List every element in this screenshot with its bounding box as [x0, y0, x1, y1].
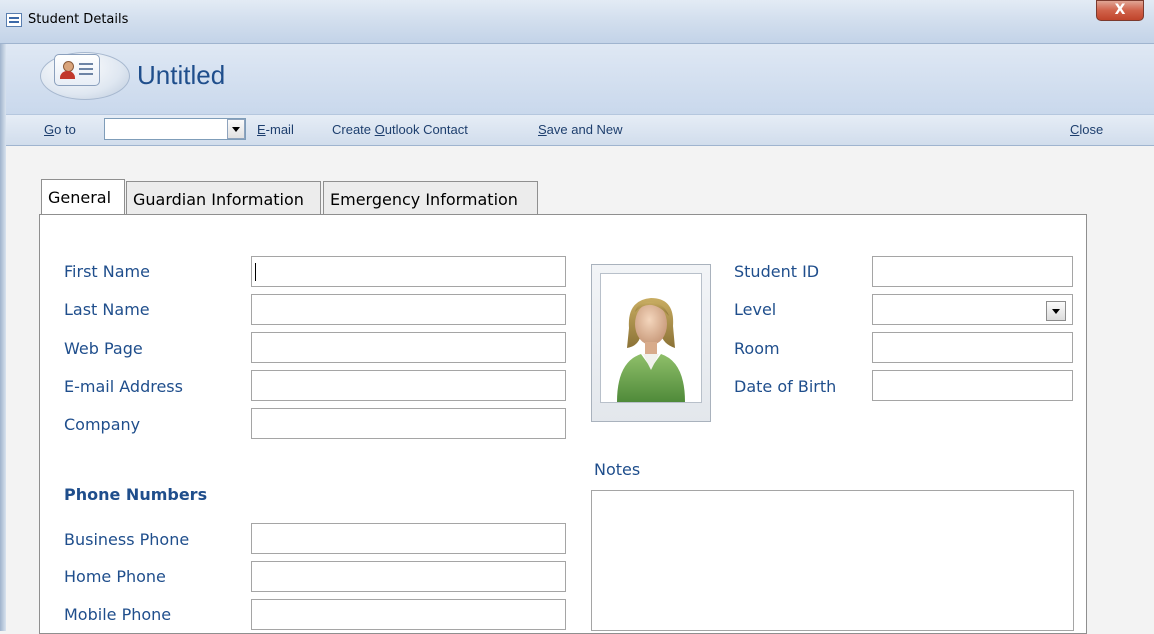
person-silhouette-icon: [617, 298, 685, 402]
contact-card-icon: [54, 54, 100, 86]
first-name-field[interactable]: [251, 256, 566, 287]
level-combobox[interactable]: [872, 294, 1073, 325]
date-of-birth-field[interactable]: [872, 370, 1073, 401]
save-accesskey: S: [538, 122, 547, 137]
window-title: Student Details: [28, 12, 129, 27]
goto-dropdown-arrow-icon[interactable]: [227, 119, 245, 139]
save-and-new-button[interactable]: Save and New: [538, 122, 623, 137]
person-icon: [60, 61, 75, 79]
window-close-button[interactable]: X: [1096, 0, 1144, 21]
student-id-label: Student ID: [734, 262, 820, 281]
student-id-field[interactable]: [872, 256, 1073, 287]
card-lines-icon: [79, 63, 93, 65]
form-title: Untitled: [137, 60, 226, 90]
email-address-field[interactable]: [251, 370, 566, 401]
email-text: -mail: [265, 122, 294, 137]
outlook-text: utlook Contact: [384, 122, 468, 137]
last-name-field[interactable]: [251, 294, 566, 325]
home-phone-label: Home Phone: [64, 567, 166, 586]
close-accesskey: C: [1070, 122, 1080, 137]
email-address-label: E-mail Address: [64, 377, 183, 396]
phone-numbers-heading: Phone Numbers: [64, 485, 208, 504]
form-window-icon: [6, 13, 22, 27]
goto-combobox[interactable]: [104, 118, 246, 140]
company-field[interactable]: [251, 408, 566, 439]
tab-emergency-information[interactable]: Emergency Information: [323, 181, 538, 214]
tab-general[interactable]: General: [41, 179, 125, 214]
student-photo: [600, 273, 702, 403]
create-outlook-contact-button[interactable]: Create Outlook Contact: [332, 122, 468, 137]
form-header: Untitled: [6, 44, 1154, 114]
date-of-birth-label: Date of Birth: [734, 377, 837, 396]
outlook-pre: Create: [332, 122, 375, 137]
room-label: Room: [734, 339, 780, 358]
web-page-field[interactable]: [251, 332, 566, 363]
title-bar: Student Details X: [0, 0, 1154, 44]
level-label: Level: [734, 300, 777, 319]
close-form-button[interactable]: Close: [1070, 122, 1103, 137]
email-accesskey: E: [257, 122, 266, 137]
student-photo-frame[interactable]: [591, 264, 711, 422]
outlook-accesskey: O: [374, 122, 385, 137]
mobile-phone-field[interactable]: [251, 599, 566, 630]
text-caret: [255, 263, 256, 281]
goto-label-accesskey: G: [44, 122, 55, 137]
notes-textarea[interactable]: [591, 490, 1074, 631]
level-dropdown-arrow-icon[interactable]: [1046, 301, 1066, 321]
command-bar: Go to E-mail Create Outlook Contact Save…: [6, 114, 1154, 146]
notes-label: Notes: [594, 460, 641, 479]
room-field[interactable]: [872, 332, 1073, 363]
close-text: lose: [1079, 122, 1104, 137]
mobile-phone-label: Mobile Phone: [64, 605, 172, 624]
home-phone-field[interactable]: [251, 561, 566, 592]
first-name-label: First Name: [64, 262, 150, 281]
business-phone-field[interactable]: [251, 523, 566, 554]
last-name-label: Last Name: [64, 300, 150, 319]
goto-label: Go to: [44, 122, 76, 137]
email-button[interactable]: E-mail: [257, 122, 294, 137]
tab-guardian-information[interactable]: Guardian Information: [126, 181, 321, 214]
goto-label-text: o to: [54, 122, 76, 137]
company-label: Company: [64, 415, 141, 434]
web-page-label: Web Page: [64, 339, 143, 358]
save-text: ave and New: [546, 122, 623, 137]
business-phone-label: Business Phone: [64, 530, 190, 549]
